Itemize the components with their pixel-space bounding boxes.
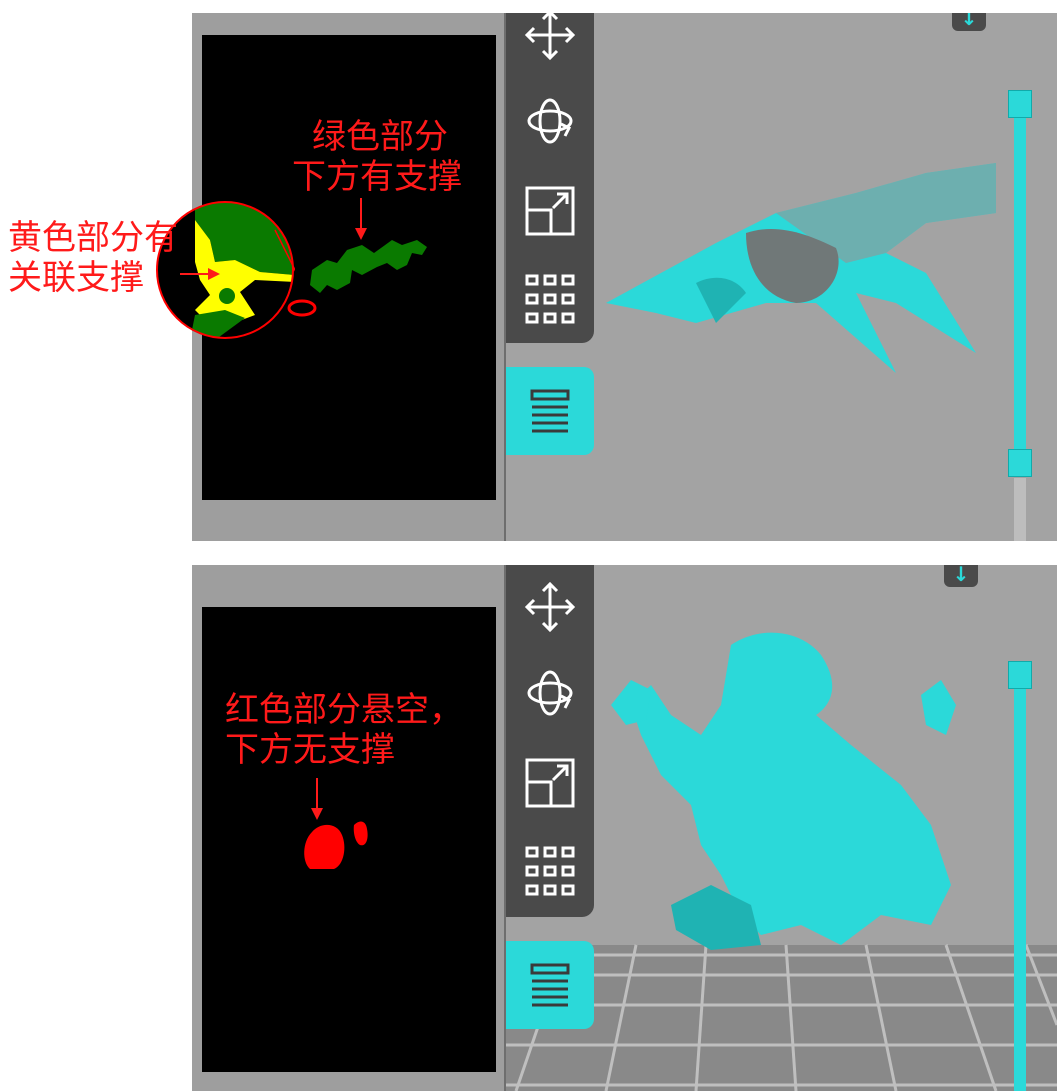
move-tool[interactable]	[520, 13, 580, 65]
model-preview-bottom[interactable]	[601, 625, 1021, 965]
rotate-icon	[527, 98, 573, 144]
layer-slider-top-handle[interactable]	[1008, 90, 1032, 118]
green-annotation-line1: 绿色部分	[312, 117, 448, 157]
green-annotation-line2: 下方有支撑	[292, 157, 462, 197]
layers-button-bottom[interactable]	[506, 941, 594, 1029]
tool-sidebar	[506, 13, 594, 343]
yellow-annotation-line2: 关联支撑	[8, 258, 144, 298]
move-icon	[524, 13, 576, 61]
scale-tool[interactable]	[520, 181, 580, 241]
yellow-annotation-line1: 黄色部分有	[8, 218, 178, 258]
layer-slider-rest	[1014, 478, 1026, 541]
scale-icon	[525, 758, 575, 808]
red-annotation-line2: 下方无支撑	[225, 730, 395, 770]
layers-icon	[530, 963, 570, 1007]
scale-icon	[525, 186, 575, 236]
red-annotation-line1: 红色部分悬空，	[225, 690, 463, 730]
green-annotation-arrow	[355, 198, 367, 240]
rotate-tool[interactable]	[520, 91, 580, 151]
green-annotation: 绿色部分 下方有支撑	[292, 117, 462, 197]
tool-sidebar-bottom	[506, 565, 594, 917]
layer-preview-column-bottom	[192, 565, 506, 1091]
arrange-icon	[525, 274, 575, 324]
unsupported-region	[304, 821, 368, 869]
arrange-tool-bottom[interactable]	[520, 841, 580, 901]
layer-preview-bottom	[202, 607, 496, 1072]
layer-slider-track-bottom[interactable]	[1014, 675, 1026, 1091]
layers-button[interactable]	[506, 367, 594, 455]
top-download-badge-bottom[interactable]: ↓	[944, 565, 978, 587]
scale-tool-bottom[interactable]	[520, 753, 580, 813]
slicer-panel-bottom: ↓	[192, 565, 1057, 1091]
arrange-icon	[525, 846, 575, 896]
yellow-annotation: 黄色部分有 关联支撑	[8, 218, 178, 298]
rotate-icon	[527, 670, 573, 716]
download-arrow-icon: ↓	[960, 13, 978, 30]
red-annotation-arrow	[311, 778, 323, 820]
layer-slider-top-handle-bottom[interactable]	[1008, 661, 1032, 689]
rotate-tool-bottom[interactable]	[520, 663, 580, 723]
layer-slider-bottom-handle[interactable]	[1008, 449, 1032, 477]
yellow-annotation-arrow	[180, 268, 220, 280]
arrange-tool[interactable]	[520, 269, 580, 329]
red-annotation: 红色部分悬空， 下方无支撑	[225, 690, 463, 770]
layers-icon	[530, 389, 570, 433]
move-tool-bottom[interactable]	[520, 577, 580, 637]
layer-slider-track[interactable]	[1014, 103, 1026, 463]
move-icon	[524, 581, 576, 633]
download-arrow-icon: ↓	[952, 565, 970, 586]
top-download-badge[interactable]: ↓	[952, 13, 986, 31]
slicer-panel-top: ↓	[192, 13, 1057, 541]
model-preview[interactable]	[596, 153, 1016, 413]
